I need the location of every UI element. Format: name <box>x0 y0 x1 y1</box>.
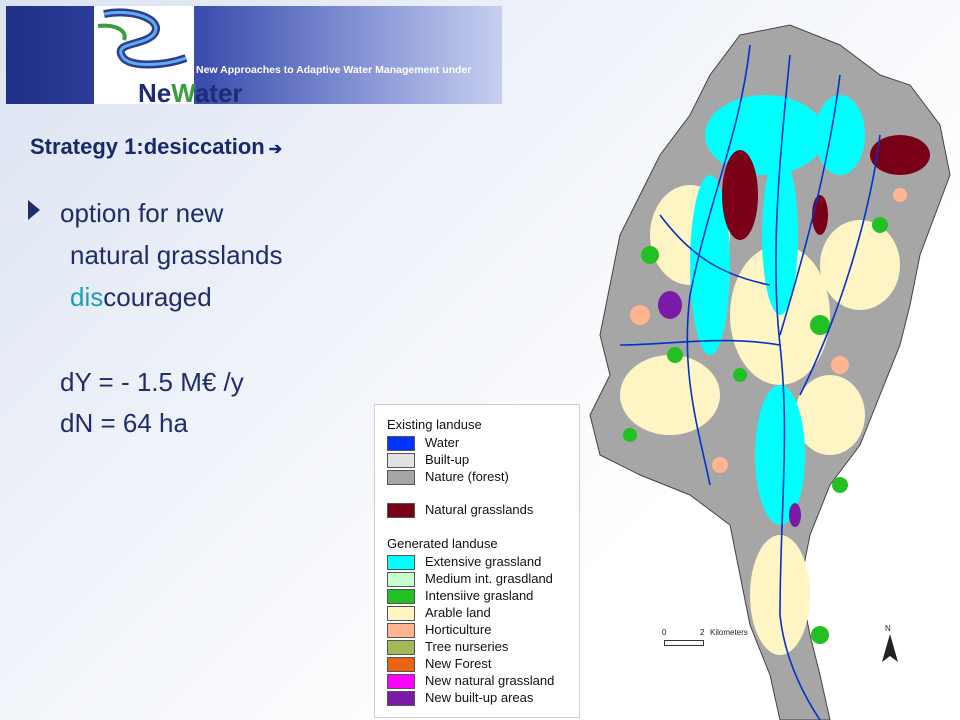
strategy-title-text: Strategy 1:desiccation <box>30 134 265 159</box>
scale-bar <box>664 640 704 646</box>
legend-item-intensive-grassland: Intensiive grasland <box>387 588 577 604</box>
legend-swatch <box>387 623 415 638</box>
logo-w: W <box>171 78 195 104</box>
legend-label: Horticulture <box>425 622 492 637</box>
legend-generated-title: Generated landuse <box>387 536 498 551</box>
legend-item-water: Water <box>387 435 577 451</box>
legend-swatch <box>387 503 415 518</box>
legend-label: Tree nurseries <box>425 639 509 654</box>
discouraged-rest: couraged <box>103 282 212 312</box>
bullet-line-1: option for new <box>60 198 224 228</box>
legend-label: New built-up areas <box>425 690 534 705</box>
legend-swatch <box>387 589 415 604</box>
north-label: N <box>885 624 891 633</box>
river-logo-icon <box>97 8 188 69</box>
legend-label: Extensive grassland <box>425 554 542 569</box>
legend-label: Built-up <box>425 452 470 467</box>
bullet-triangle-icon <box>28 200 40 220</box>
legend-label: Nature (forest) <box>425 469 509 484</box>
arrow-down-icon: ➔ <box>268 141 283 158</box>
legend-item-new-natural-grassland: New natural grassland <box>387 673 577 689</box>
legend-label: New Forest <box>425 656 492 671</box>
legend-swatch <box>387 555 415 570</box>
strategy-title: Strategy 1:desiccation ➔ <box>30 134 282 160</box>
legend-label: Medium int. grasdland <box>425 571 553 586</box>
legend-swatch <box>387 436 415 451</box>
north-arrow: N <box>880 624 900 664</box>
bullet-line-3: discouraged <box>70 282 212 313</box>
legend-swatch <box>387 572 415 587</box>
legend-item-new-built-up-areas: New built-up areas <box>387 690 577 706</box>
header-banner: NeWater New Approaches to Adaptive Water… <box>6 6 502 104</box>
dn-value: dN = 64 ha <box>60 408 188 438</box>
legend-swatch <box>387 657 415 672</box>
legend-swatch <box>387 470 415 485</box>
logo-prefix: Ne <box>138 78 172 104</box>
legend-swatch <box>387 606 415 621</box>
map-legend: Existing landuse Water Built-up Nature (… <box>374 404 580 718</box>
discouraged-prefix: dis <box>70 282 104 312</box>
bullet-line-2: natural grasslands <box>70 240 283 270</box>
scale-unit-label: Kilometers <box>710 628 748 637</box>
north-arrow-icon <box>882 634 898 662</box>
legend-swatch <box>387 453 415 468</box>
legend-item-medium-grassland: Medium int. grasdland <box>387 571 577 587</box>
legend-label: New natural grassland <box>425 673 555 688</box>
scale-label-0: 0 <box>662 628 667 637</box>
dy-value: dY = - 1.5 M€ /y <box>60 367 244 397</box>
legend-swatch <box>387 691 415 706</box>
legend-label: Intensiive grasland <box>425 588 534 603</box>
legend-item-built-up: Built-up <box>387 452 577 468</box>
legend-item-tree-nurseries: Tree nurseries <box>387 639 577 655</box>
legend-item-nature-forest: Nature (forest) <box>387 469 577 485</box>
legend-existing-title: Existing landuse <box>387 417 482 432</box>
legend-swatch <box>387 640 415 655</box>
logo-wordmark: NeWater <box>138 78 243 104</box>
legend-item-arable-land: Arable land <box>387 605 577 621</box>
legend-item-new-forest: New Forest <box>387 656 577 672</box>
legend-item-horticulture: Horticulture <box>387 622 577 638</box>
map-scale-bar: 0 2 Kilometers <box>662 628 782 648</box>
logo-suffix: ater <box>194 78 243 104</box>
legend-label: Water <box>425 435 460 450</box>
scale-label-2: 2 <box>700 628 705 637</box>
legend-item-extensive-grassland: Extensive grassland <box>387 554 577 570</box>
header-tagline: New Approaches to Adaptive Water Managem… <box>196 64 472 76</box>
legend-label: Arable land <box>425 605 491 620</box>
legend-swatch <box>387 674 415 689</box>
legend-item-natural-grasslands: Natural grasslands <box>387 502 577 518</box>
legend-label: Natural grasslands <box>425 502 534 517</box>
landuse-map <box>589 24 951 720</box>
